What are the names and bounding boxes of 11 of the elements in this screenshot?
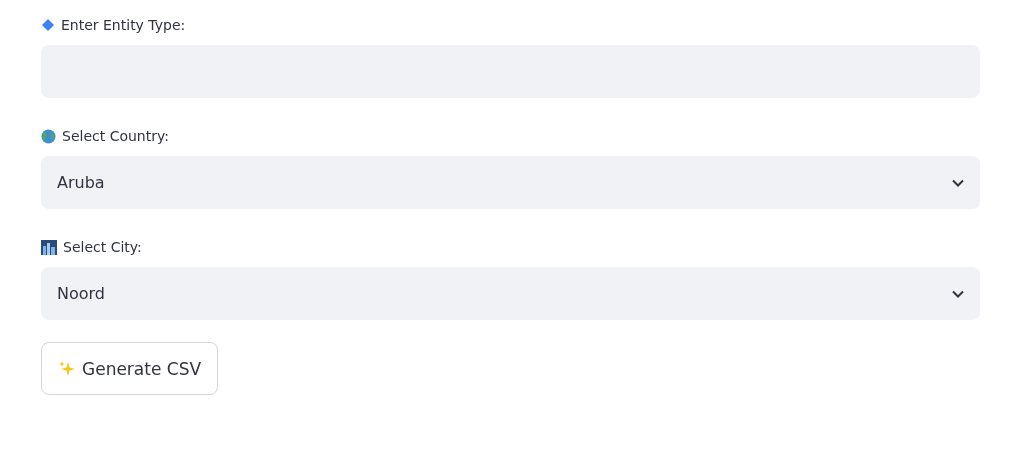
city-icon xyxy=(41,239,57,255)
chevron-down-icon xyxy=(952,289,964,298)
field-label: Enter Entity Type: xyxy=(61,17,186,33)
diamond-icon xyxy=(41,18,55,32)
globe-icon xyxy=(41,128,56,144)
chevron-down-icon xyxy=(952,178,964,187)
field-label: Select Country: xyxy=(62,128,169,144)
generate-button[interactable]: Generate CSV xyxy=(41,342,219,395)
field-label: Select City: xyxy=(63,239,142,255)
select-field[interactable]: Noord xyxy=(41,267,980,320)
select-field[interactable]: Aruba xyxy=(41,156,980,209)
